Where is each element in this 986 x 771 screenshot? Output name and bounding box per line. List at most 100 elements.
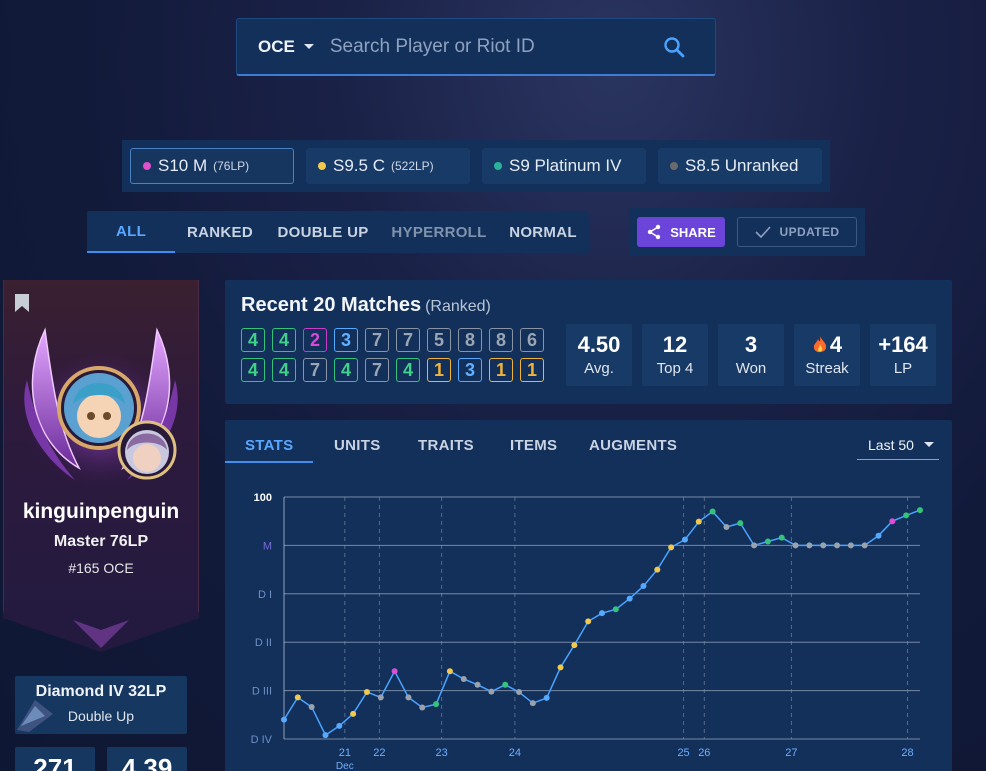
placement-badge[interactable]: 4	[334, 358, 358, 382]
placement-badge[interactable]: 3	[458, 358, 482, 382]
season-s9-5[interactable]: S9.5 C (522LP)	[306, 148, 470, 184]
banner-tip	[3, 612, 199, 652]
region-select[interactable]: OCE	[258, 37, 314, 57]
stat-avg: 4.50 Avg.	[566, 324, 632, 386]
placement-badge[interactable]: 6	[520, 328, 544, 352]
data-point	[377, 694, 384, 701]
season-s8-5[interactable]: S8.5 Unranked	[658, 148, 822, 184]
stat-won: 3 Won	[718, 324, 784, 386]
placement-badge[interactable]: 7	[303, 358, 327, 382]
data-point	[764, 538, 771, 545]
ladder-rank: #165 OCE	[68, 560, 134, 576]
data-point	[474, 681, 481, 688]
placement-badge[interactable]: 1	[489, 358, 513, 382]
data-point	[654, 566, 661, 573]
profile-actions: SHARE UPDATED	[629, 208, 865, 256]
tab-double-up[interactable]: DOUBLE UP	[265, 211, 381, 253]
placement-badge[interactable]: 4	[241, 358, 265, 382]
placement-badge[interactable]: 1	[520, 358, 544, 382]
season-s9[interactable]: S9 Platinum IV	[482, 148, 646, 184]
season-lp: (522LP)	[390, 159, 434, 173]
season-s10[interactable]: S10 M (76LP)	[130, 148, 294, 184]
placement-badge[interactable]: 1	[427, 358, 451, 382]
placement-grid: 44237758864474741311	[241, 328, 544, 382]
updated-button[interactable]: UPDATED	[737, 217, 857, 247]
y-tick-label: D II	[255, 637, 272, 649]
stat-value: 4.50	[577, 332, 621, 357]
tab-normal[interactable]: NORMAL	[497, 211, 589, 253]
summoner-rank: Master 76LP	[53, 533, 149, 550]
placement-badge[interactable]: 4	[241, 328, 265, 352]
mini-stat-value: 271	[33, 753, 77, 771]
summoner-name: kinguinpenguin	[22, 500, 180, 523]
data-point	[571, 642, 578, 649]
chevron-down-icon	[923, 442, 934, 447]
tab-hyperroll[interactable]: HYPERROLL	[381, 211, 497, 253]
data-point	[281, 716, 287, 723]
data-point	[529, 700, 536, 707]
data-point	[640, 583, 647, 590]
search-input[interactable]	[329, 35, 650, 58]
data-point	[419, 704, 426, 711]
data-point	[612, 606, 619, 613]
data-point	[516, 689, 523, 696]
region-label: OCE	[258, 36, 295, 56]
stat-value: 3	[744, 332, 758, 357]
y-tick-label: D III	[252, 686, 272, 698]
x-tick-label: 26	[698, 747, 710, 759]
data-point	[681, 536, 688, 543]
stat-streak: 4 Streak	[794, 324, 860, 386]
stat-value: 4	[829, 332, 843, 357]
placement-badge[interactable]: 5	[427, 328, 451, 352]
data-point	[709, 508, 716, 515]
tab-units[interactable]: UNITS	[334, 437, 381, 454]
master-emblem	[23, 327, 179, 490]
data-point	[806, 542, 813, 549]
data-point	[917, 507, 923, 514]
fire-icon	[813, 336, 827, 353]
placement-badge[interactable]: 8	[489, 328, 513, 352]
x-tick-label: 22	[373, 747, 385, 759]
placement-badge[interactable]: 2	[303, 328, 327, 352]
recent-title-text: Recent 20 Matches	[241, 294, 422, 316]
x-tick-label: 21	[339, 747, 351, 759]
season-label: S8.5 Unranked	[685, 156, 799, 175]
placement-badge[interactable]: 7	[365, 358, 389, 382]
data-point	[543, 694, 550, 701]
data-point	[433, 701, 440, 708]
data-point	[847, 542, 854, 549]
tab-stats[interactable]: STATS	[245, 437, 293, 454]
data-point	[751, 542, 758, 549]
bookmark-icon[interactable]	[14, 293, 30, 313]
data-point	[737, 520, 744, 527]
data-point	[391, 668, 398, 675]
placement-badge[interactable]: 7	[365, 328, 389, 352]
tab-ranked[interactable]: RANKED	[175, 211, 265, 253]
range-select[interactable]: Last 50	[857, 430, 939, 460]
season-selector: S10 M (76LP) S9.5 C (522LP) S9 Platinum …	[122, 140, 830, 192]
tab-items[interactable]: ITEMS	[510, 437, 557, 454]
chevron-down-icon	[303, 44, 314, 49]
updated-label: UPDATED	[779, 225, 840, 239]
placement-badge[interactable]: 7	[396, 328, 420, 352]
placement-badge[interactable]: 4	[272, 358, 296, 382]
data-point	[308, 704, 315, 711]
stat-top4: 12 Top 4	[642, 324, 708, 386]
placement-badge[interactable]: 4	[396, 358, 420, 382]
season-label: S10 M	[158, 156, 208, 175]
data-point	[834, 542, 841, 549]
data-point	[502, 681, 509, 688]
tab-traits[interactable]: TRAITS	[418, 437, 474, 454]
placement-badge[interactable]: 4	[272, 328, 296, 352]
placement-badge[interactable]: 3	[334, 328, 358, 352]
season-dot-icon	[143, 162, 151, 170]
data-point	[585, 618, 592, 625]
x-tick-label: 25	[677, 747, 689, 759]
search-icon[interactable]	[662, 35, 686, 59]
stat-label: Avg.	[584, 360, 614, 377]
tab-augments[interactable]: AUGMENTS	[589, 437, 677, 454]
share-button[interactable]: SHARE	[637, 217, 725, 247]
placement-badge[interactable]: 8	[458, 328, 482, 352]
data-point	[778, 534, 785, 541]
tab-all[interactable]: ALL	[87, 211, 175, 253]
